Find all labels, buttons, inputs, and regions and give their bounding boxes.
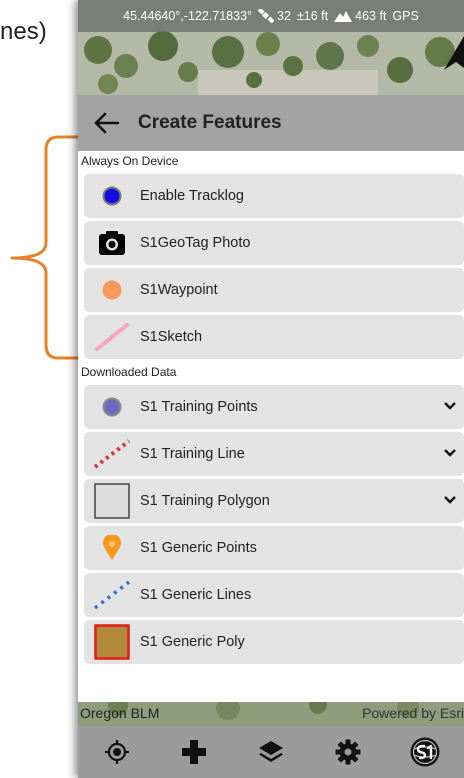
page-title: Create Features <box>138 112 282 133</box>
feature-label: S1 Training Line <box>140 446 245 462</box>
map-attribution-bar: Oregon BLM Powered by Esri <box>78 702 464 726</box>
back-arrow-icon <box>94 112 119 134</box>
feature-item-geotag-photo[interactable]: S1GeoTag Photo <box>84 221 464 265</box>
map-view[interactable]: 45.44640°,-122.71833° 32 ±16 ft 463 ft G… <box>78 0 464 95</box>
feature-item-generic-points[interactable]: S1 Generic Points <box>84 526 464 570</box>
feature-item-training-polygon[interactable]: S1 Training Polygon <box>84 479 464 523</box>
coordinates: 45.44640°,-122.71833° <box>123 9 253 23</box>
satellite-icon <box>258 9 275 23</box>
chevron-down-icon[interactable] <box>442 445 458 461</box>
orange-dot-icon <box>102 280 122 300</box>
section-label-always-on-device: Always On Device <box>81 154 179 168</box>
orange-marker-icon <box>103 535 121 560</box>
purple-dot-icon <box>102 397 122 417</box>
pink-line-icon <box>95 323 129 351</box>
s1-menu-button[interactable] <box>397 726 453 778</box>
gps-source: GPS <box>392 9 419 23</box>
layers-button[interactable] <box>243 726 299 778</box>
bottom-toolbar <box>78 726 464 778</box>
feature-label: S1 Generic Lines <box>140 587 252 603</box>
feature-label: S1Sketch <box>140 329 203 345</box>
blue-dot-icon <box>102 186 122 206</box>
feature-label: Enable Tracklog <box>140 188 244 204</box>
feature-label: S1GeoTag Photo <box>140 235 251 251</box>
section-label-downloaded-data: Downloaded Data <box>81 365 177 379</box>
gps-status-bar: 45.44640°,-122.71833° 32 ±16 ft 463 ft G… <box>78 0 464 32</box>
feature-item-enable-tracklog[interactable]: Enable Tracklog <box>84 174 464 218</box>
add-button[interactable] <box>166 726 222 778</box>
add-icon <box>181 740 206 764</box>
brace-annotation <box>10 135 86 360</box>
brown-square-icon <box>94 624 130 660</box>
chevron-down-icon[interactable] <box>442 492 458 508</box>
s1-logo-icon <box>410 737 440 767</box>
feature-label: S1 Generic Points <box>140 540 257 556</box>
locate-button[interactable] <box>89 726 145 778</box>
red-dashed-line-icon <box>93 439 131 469</box>
mountain-icon <box>334 11 353 22</box>
phone-screen: 45.44640°,-122.71833° 32 ±16 ft 463 ft G… <box>78 0 464 778</box>
feature-label: S1 Training Polygon <box>140 493 270 509</box>
chevron-down-icon[interactable] <box>442 398 458 414</box>
back-button[interactable] <box>78 95 134 151</box>
north-arrow-icon[interactable] <box>440 34 464 74</box>
camera-icon <box>99 231 125 255</box>
gray-square-icon <box>94 483 130 519</box>
location-icon <box>104 740 129 764</box>
blue-dashed-line-icon <box>93 580 131 610</box>
feature-item-generic-lines[interactable]: S1 Generic Lines <box>84 573 464 617</box>
feature-label: S1Waypoint <box>140 282 218 298</box>
settings-button[interactable] <box>320 726 376 778</box>
feature-item-training-line[interactable]: S1 Training Line <box>84 432 464 476</box>
app-header: Create Features <box>78 95 464 151</box>
elevation: 463 ft <box>355 9 387 23</box>
satellite-count: 32 <box>277 9 291 23</box>
feature-item-training-points[interactable]: S1 Training Points <box>84 385 464 429</box>
feature-item-generic-poly[interactable]: S1 Generic Poly <box>84 620 464 664</box>
settings-icon <box>335 739 361 765</box>
map-credit-left: Oregon BLM <box>80 705 160 721</box>
accuracy: ±16 ft <box>296 9 329 23</box>
feature-item-waypoint[interactable]: S1Waypoint <box>84 268 464 312</box>
feature-list: Always On Device Enable Tracklog S1GeoTa… <box>78 151 464 702</box>
feature-label: S1 Generic Poly <box>140 634 245 650</box>
feature-item-sketch[interactable]: S1Sketch <box>84 315 464 359</box>
layers-icon <box>258 741 283 762</box>
map-credit-right: Powered by Esri <box>362 705 464 721</box>
feature-label: S1 Training Points <box>140 399 258 415</box>
